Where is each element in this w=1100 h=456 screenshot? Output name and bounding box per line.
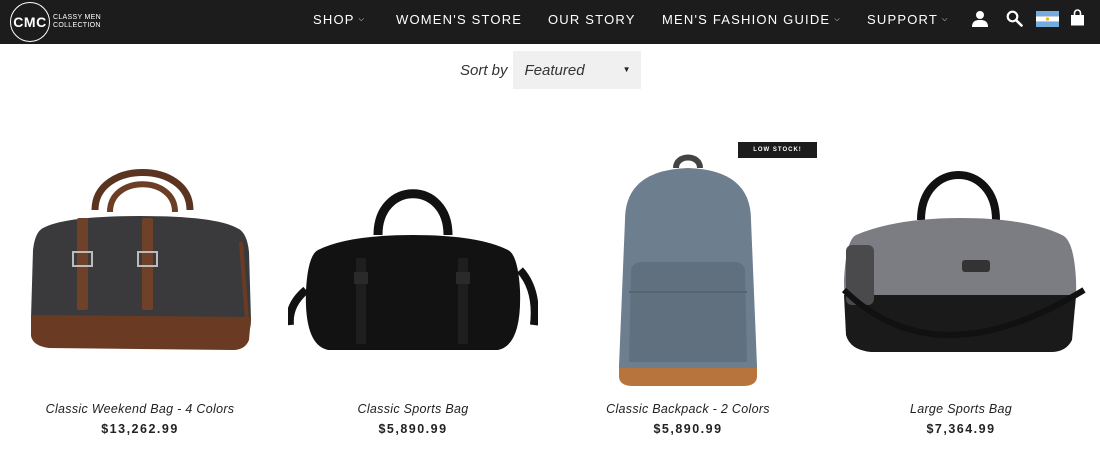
logo-line-2: COLLECTION xyxy=(53,22,101,29)
top-navigation-bar: CMC CLASSY MEN COLLECTION SHOP ⌵ WOMEN'S … xyxy=(0,0,1100,44)
product-title[interactable]: Classic Weekend Bag - 4 Colors xyxy=(15,402,265,416)
chevron-down-icon: ⌵ xyxy=(942,16,949,23)
nav-item-label: WOMEN'S STORE xyxy=(396,12,523,27)
cart-icon[interactable] xyxy=(1070,9,1085,31)
low-stock-badge: LOW STOCK! xyxy=(738,142,817,158)
nav-item-womens-store[interactable]: WOMEN'S STORE xyxy=(396,12,522,27)
product-title[interactable]: Classic Sports Bag xyxy=(288,402,538,416)
sports-bag-image xyxy=(288,189,538,350)
argentina-flag-icon[interactable] xyxy=(1036,11,1059,32)
nav-item-label: OUR STORY xyxy=(548,12,636,27)
nav-item-label: MEN'S FASHION GUIDE xyxy=(662,12,831,27)
dropdown-arrow-icon: ▼ xyxy=(622,65,631,74)
sort-label: Sort by xyxy=(460,61,508,79)
nav-item-support[interactable]: SUPPORT ⌵ xyxy=(867,12,949,27)
weekend-bag-image xyxy=(31,169,251,350)
sort-selected-value: Featured xyxy=(524,61,585,79)
logo-mark: CMC xyxy=(10,2,50,42)
product-title[interactable]: Large Sports Bag xyxy=(836,402,1086,416)
nav-item-label: SHOP xyxy=(313,12,355,27)
large-sports-bag-image xyxy=(841,171,1086,352)
product-title[interactable]: Classic Backpack - 2 Colors xyxy=(563,402,813,416)
search-icon[interactable] xyxy=(1006,10,1023,32)
product-price: $5,890.99 xyxy=(653,422,723,436)
account-icon[interactable] xyxy=(971,10,989,33)
chevron-down-icon: ⌵ xyxy=(834,16,841,23)
product-price: $7,364.99 xyxy=(926,422,996,436)
logo-wordmark: CLASSY MEN COLLECTION xyxy=(53,14,105,30)
nav-item-label: SUPPORT xyxy=(867,12,939,27)
product-price: $5,890.99 xyxy=(378,422,448,436)
nav-item-mens-fashion-guide[interactable]: MEN'S FASHION GUIDE ⌵ xyxy=(662,12,841,27)
sort-control: Sort by Featured ▼ xyxy=(460,51,641,89)
nav-item-our-story[interactable]: OUR STORY xyxy=(548,12,636,27)
nav-item-shop[interactable]: SHOP ⌵ xyxy=(313,12,365,27)
backpack-image xyxy=(619,154,757,386)
logo-line-1: CLASSY MEN xyxy=(53,14,101,21)
chevron-down-icon: ⌵ xyxy=(358,16,366,23)
sort-select[interactable]: Featured ▼ xyxy=(512,51,641,89)
brand-logo[interactable]: CMC CLASSY MEN COLLECTION xyxy=(10,2,105,42)
product-price: $13,262.99 xyxy=(101,422,179,436)
